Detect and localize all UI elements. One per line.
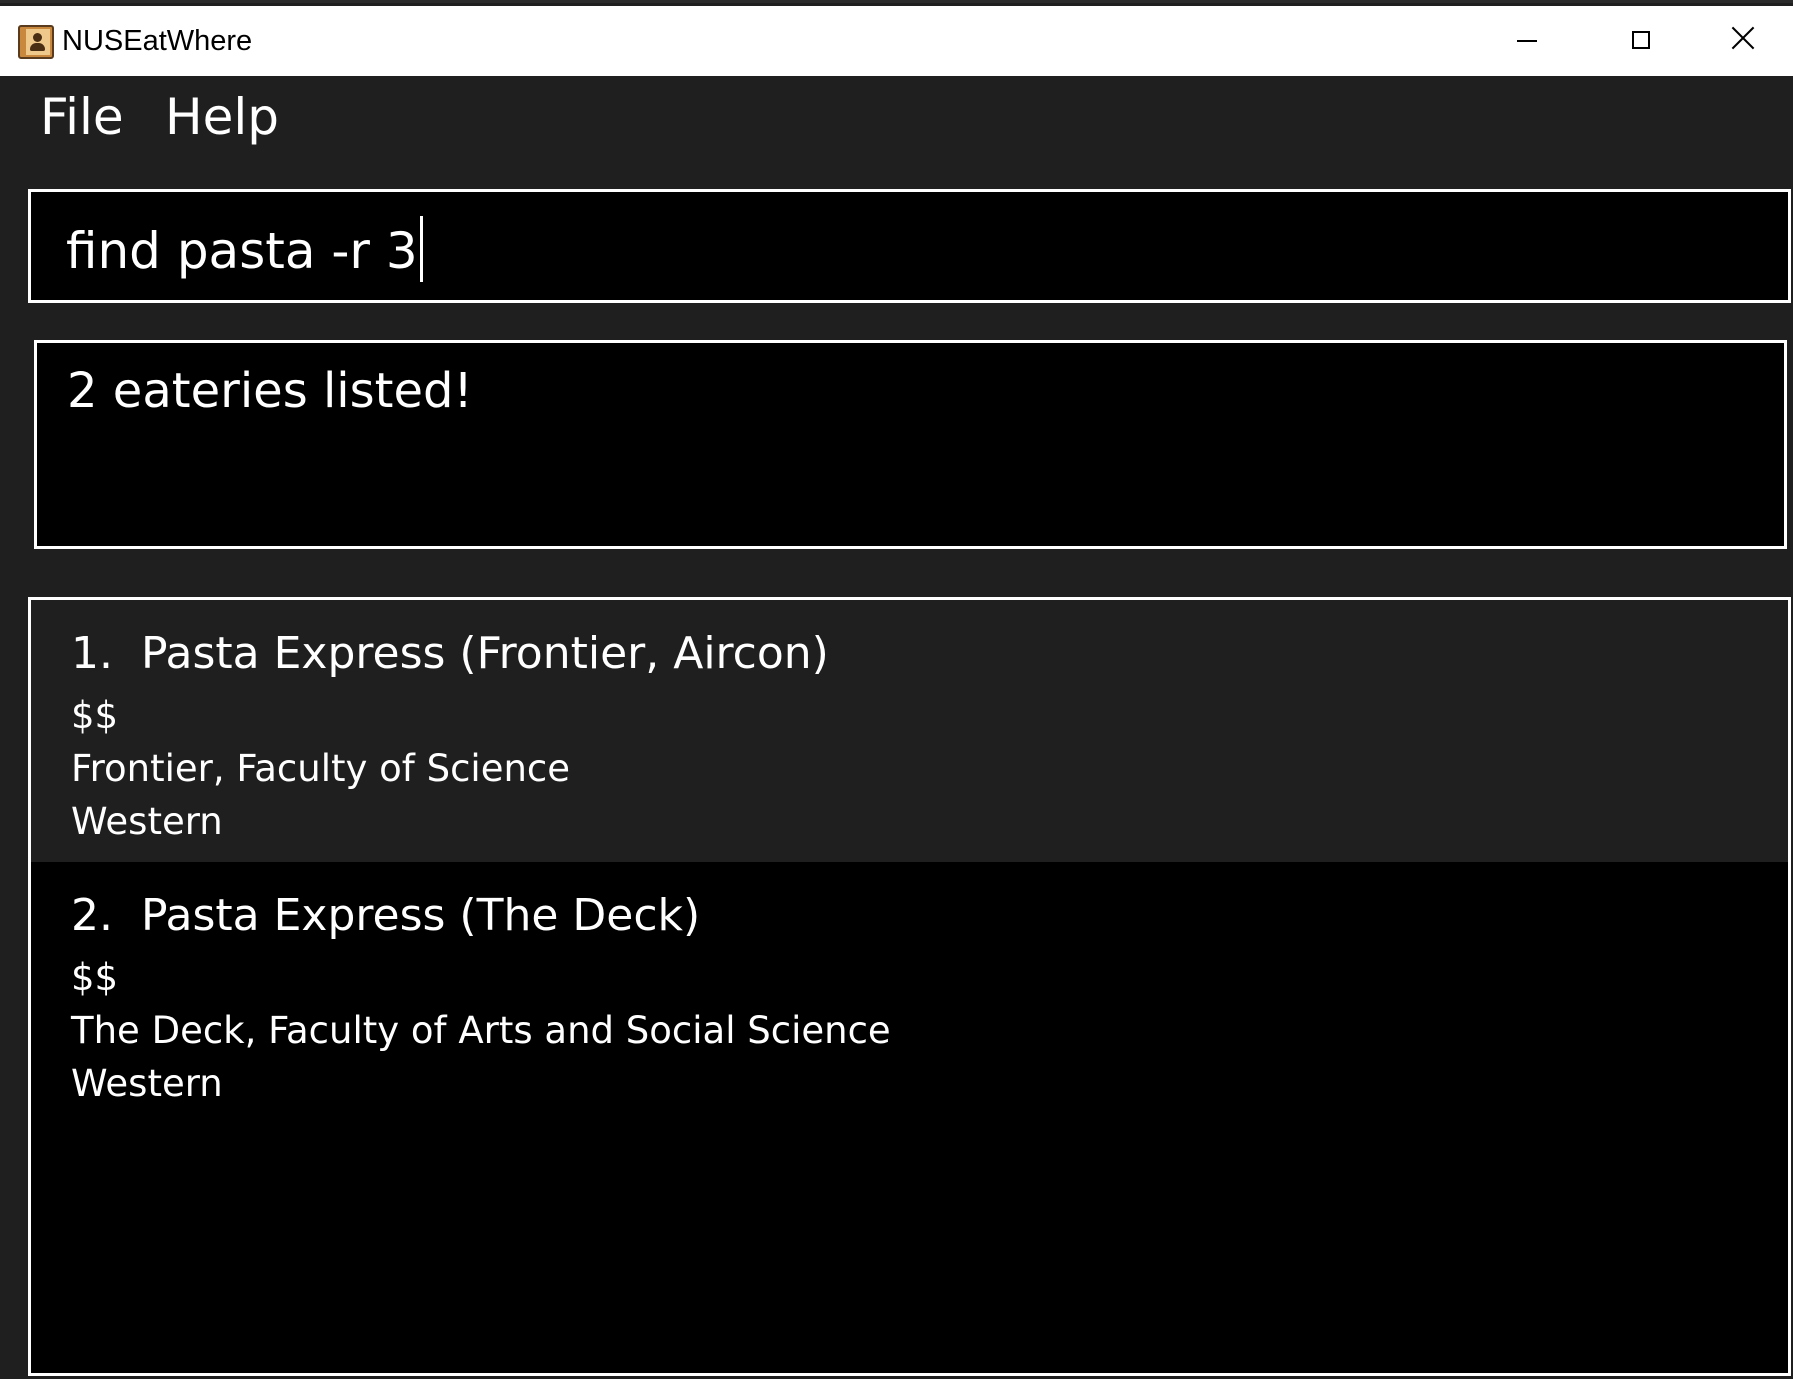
eatery-card[interactable]: 1. Pasta Express (Frontier, Aircon) $$ F… <box>31 600 1788 862</box>
eatery-title: 1. Pasta Express (Frontier, Aircon) <box>71 628 829 679</box>
eatery-name: Pasta Express (The Deck) <box>140 890 701 941</box>
eatery-price: $$ <box>71 956 119 999</box>
close-button[interactable] <box>1703 6 1793 76</box>
menu-file[interactable]: File <box>40 88 124 146</box>
eatery-index: 2. <box>71 890 113 941</box>
eatery-cuisine: Western <box>71 1062 223 1105</box>
command-text: find pasta -r 3 <box>66 216 423 282</box>
command-input[interactable]: find pasta -r 3 <box>28 189 1791 303</box>
text-caret <box>419 216 423 282</box>
app-window: NUSEatWhere File Help find pasta -r 3 2 … <box>0 0 1793 1379</box>
title-bar[interactable]: NUSEatWhere <box>0 6 1793 76</box>
maximize-button[interactable] <box>1588 6 1698 76</box>
menu-help[interactable]: Help <box>165 88 279 146</box>
result-display[interactable]: 2 eateries listed! <box>34 340 1787 549</box>
close-icon <box>1731 26 1755 50</box>
result-message: 2 eateries listed! <box>67 363 473 419</box>
maximize-icon <box>1632 31 1650 49</box>
command-value: find pasta -r 3 <box>66 222 418 280</box>
window-title: NUSEatWhere <box>62 25 253 57</box>
eatery-cuisine: Western <box>71 800 223 843</box>
eatery-name: Pasta Express (Frontier, Aircon) <box>140 628 829 679</box>
menu-bar: File Help <box>0 76 1793 176</box>
address-book-icon <box>18 25 54 59</box>
eatery-price: $$ <box>71 694 119 737</box>
eatery-location: The Deck, Faculty of Arts and Social Sci… <box>71 1009 891 1052</box>
eatery-title: 2. Pasta Express (The Deck) <box>71 890 700 941</box>
eatery-index: 1. <box>71 628 113 679</box>
eatery-card[interactable]: 2. Pasta Express (The Deck) $$ The Deck,… <box>31 862 1788 1124</box>
minimize-icon <box>1517 40 1537 42</box>
eatery-list[interactable]: 1. Pasta Express (Frontier, Aircon) $$ F… <box>28 597 1791 1376</box>
eatery-location: Frontier, Faculty of Science <box>71 747 571 790</box>
minimize-button[interactable] <box>1473 6 1583 76</box>
